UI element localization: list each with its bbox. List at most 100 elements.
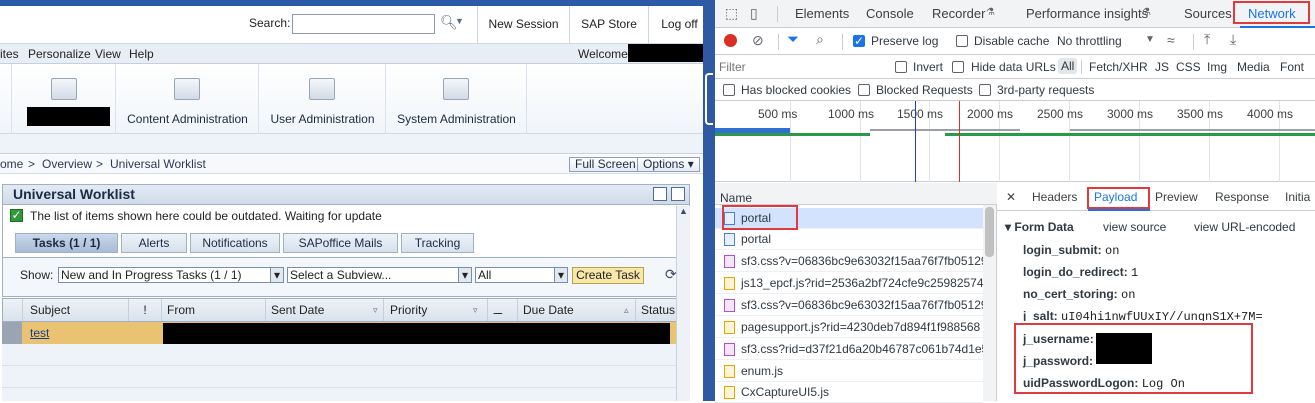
type-filter-fetch-xhr[interactable]: Fetch/XHR: [1089, 60, 1148, 74]
tab-headers[interactable]: Headers: [1032, 183, 1077, 211]
worklist-filter-row: Show: New and In Progress Tasks (1 / 1) ▾…: [2, 257, 690, 297]
new-session-button[interactable]: New Session: [477, 6, 569, 44]
network-timeline-overview[interactable]: 500 ms 1000 ms 1500 ms 2000 ms 2500 ms 3…: [715, 101, 1315, 182]
row-selector[interactable]: [2, 322, 22, 344]
log-off-button[interactable]: Log off: [648, 6, 703, 44]
column-importance[interactable]: !: [129, 299, 162, 321]
menu-item-view[interactable]: View: [95, 47, 121, 61]
scroll-up-icon[interactable]: ▲: [679, 206, 688, 216]
type-filter-font[interactable]: Font: [1280, 60, 1304, 74]
tab-recorder[interactable]: Recorder: [932, 0, 985, 28]
select-all-cell[interactable]: [3, 299, 23, 321]
type-filter-img[interactable]: Img: [1207, 60, 1227, 74]
request-row[interactable]: CxCaptureUI5.js: [715, 382, 983, 403]
tab-elements[interactable]: Elements: [795, 0, 849, 28]
form-data-section-toggle[interactable]: ▾ Form Data: [1005, 216, 1074, 238]
window-icon[interactable]: [671, 187, 685, 201]
breadcrumb-overview[interactable]: Overview: [42, 157, 92, 171]
view-source-link[interactable]: view source: [1103, 216, 1166, 238]
worklist-scrollbar[interactable]: ▲: [676, 206, 690, 401]
upload-icon[interactable]: ⤒: [1204, 31, 1210, 48]
type-filter-media[interactable]: Media: [1237, 60, 1270, 74]
tab-sources[interactable]: Sources: [1184, 0, 1232, 28]
search-input[interactable]: [292, 14, 435, 34]
search-icon[interactable]: ⌕: [816, 31, 824, 48]
tab-alerts[interactable]: Alerts: [121, 233, 187, 253]
filter-icon[interactable]: ▿: [473, 299, 478, 321]
pane-divider[interactable]: [703, 0, 715, 401]
subview-select[interactable]: Select a Subview... ▾: [287, 267, 472, 283]
inspect-icon[interactable]: ⬚: [725, 5, 738, 22]
splitter-handle[interactable]: [705, 73, 713, 125]
launch-item-system-admin[interactable]: System Administration: [386, 64, 527, 134]
column-attachment[interactable]: 𝍠: [488, 299, 518, 321]
filter-input[interactable]: [719, 58, 883, 76]
menu-item-personalize[interactable]: Personalize: [28, 47, 91, 61]
active-tab-indicator: [1088, 209, 1150, 211]
all-select[interactable]: All ▾: [475, 267, 568, 283]
tab-initiator[interactable]: Initia: [1285, 183, 1310, 211]
view-url-encoded-link[interactable]: view URL-encoded: [1194, 216, 1295, 238]
breadcrumb-home[interactable]: ome: [0, 157, 23, 171]
blocked-cookies-checkbox[interactable]: [723, 84, 735, 96]
close-icon[interactable]: ✕: [1006, 183, 1016, 211]
request-row[interactable]: sf3.css?v=06836bc9e63032f15aa76f7fb05129: [715, 295, 983, 316]
type-filter-js[interactable]: JS: [1155, 60, 1169, 74]
create-task-button[interactable]: Create Task: [572, 267, 644, 284]
menu-icon[interactable]: [653, 187, 667, 201]
tab-response[interactable]: Response: [1215, 183, 1269, 211]
filter-icon[interactable]: ▿: [373, 299, 378, 321]
scrollbar-thumb[interactable]: [985, 207, 994, 257]
chevron-down-icon[interactable]: ▼: [1145, 34, 1155, 45]
record-icon[interactable]: [724, 34, 737, 47]
column-sent-date[interactable]: Sent Date: [266, 299, 384, 321]
download-icon[interactable]: ⤓: [1230, 31, 1236, 48]
options-button[interactable]: Options ▾: [637, 157, 700, 172]
full-screen-button[interactable]: Full Screen: [569, 157, 642, 172]
request-row[interactable]: sf3.css?rid=d37f21d6a20b46787c061b74d1e5: [715, 339, 983, 360]
invert-checkbox[interactable]: [895, 61, 907, 73]
clear-icon[interactable]: ⊘: [752, 32, 764, 49]
tab-performance-insights[interactable]: Performance insights: [1026, 0, 1148, 28]
table-row[interactable]: test: [2, 322, 690, 344]
tab-notifications[interactable]: Notifications: [190, 233, 280, 253]
launch-item-user-admin[interactable]: User Administration: [259, 64, 386, 134]
network-conditions-icon[interactable]: ≈: [1167, 32, 1175, 48]
preserve-log-checkbox[interactable]: ✓: [853, 35, 865, 47]
menu-item-help[interactable]: Help: [129, 47, 154, 61]
table-row-empty: [2, 344, 690, 366]
throttling-select[interactable]: No throttling: [1057, 34, 1122, 48]
menu-item-favorites[interactable]: ites: [0, 47, 19, 61]
request-row[interactable]: pagesupport.js?rid=4230deb7d894f1f988568: [715, 317, 983, 338]
tab-tasks[interactable]: Tasks (1 / 1): [15, 233, 118, 253]
column-from[interactable]: From: [162, 299, 266, 321]
request-row[interactable]: js13_epcf.js?rid=2536a2bf724cfe9c2598257…: [715, 273, 983, 294]
disable-cache-checkbox[interactable]: [956, 35, 968, 47]
row-subject-link[interactable]: test: [30, 322, 49, 344]
filter-icon[interactable]: ⏷: [787, 31, 799, 48]
launch-item-content-admin[interactable]: Content Administration: [116, 64, 259, 134]
request-row[interactable]: enum.js: [715, 361, 983, 382]
launch-item-hidden[interactable]: [12, 64, 116, 134]
request-list-header[interactable]: Name: [715, 183, 997, 205]
launch-label: Content Administration: [127, 112, 248, 126]
tab-preview[interactable]: Preview: [1155, 183, 1198, 211]
chevron-down-icon[interactable]: ▼: [455, 16, 464, 26]
sort-asc-icon[interactable]: ▵: [624, 299, 629, 321]
column-due-date[interactable]: Due Date: [518, 299, 636, 321]
refresh-icon[interactable]: ⟳: [665, 266, 677, 283]
request-row[interactable]: sf3.css?v=06836bc9e63032f15aa76f7fb05129: [715, 251, 983, 272]
hide-data-urls-checkbox[interactable]: [952, 61, 964, 73]
device-toolbar-icon[interactable]: ▯: [750, 5, 758, 22]
tab-console[interactable]: Console: [866, 0, 914, 28]
type-filter-css[interactable]: CSS: [1176, 60, 1201, 74]
tab-tracking[interactable]: Tracking: [401, 233, 474, 253]
show-select[interactable]: New and In Progress Tasks (1 / 1) ▾: [58, 267, 284, 283]
tab-sapoffice-mails[interactable]: SAPoffice Mails: [283, 233, 398, 253]
type-filter-all[interactable]: All: [1058, 58, 1078, 74]
request-row[interactable]: portal: [715, 229, 983, 250]
third-party-checkbox[interactable]: [979, 84, 991, 96]
blocked-requests-checkbox[interactable]: [858, 84, 870, 96]
column-subject[interactable]: Subject: [25, 299, 129, 321]
sap-store-button[interactable]: SAP Store: [569, 6, 648, 44]
